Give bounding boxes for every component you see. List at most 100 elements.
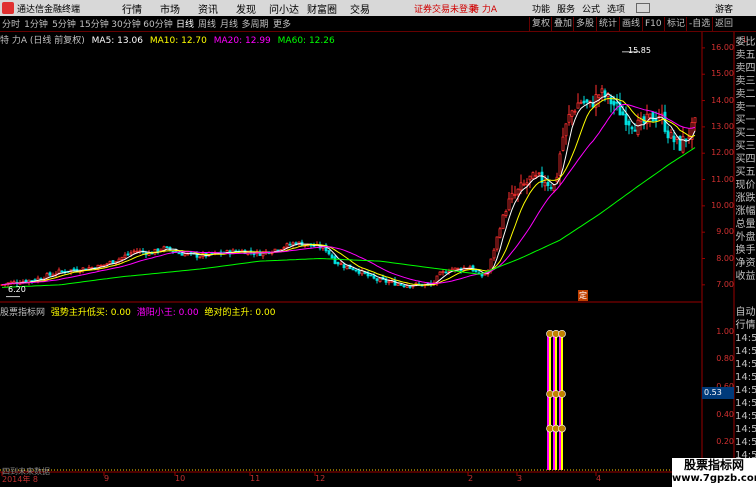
order-book-row: 买五 (735, 167, 756, 178)
order-book-row: 涨幅 (735, 206, 756, 217)
price-tick: 14.00 (711, 95, 734, 105)
ma10-line (1, 97, 696, 286)
candle-body (522, 183, 526, 186)
indicator-bar (559, 331, 561, 470)
order-book-row: 卖三 (735, 76, 756, 87)
price-tick: 13.00 (711, 121, 734, 131)
candle-body (507, 198, 511, 211)
indicator-tick: 0.80 (716, 354, 734, 364)
candle-body (666, 130, 670, 139)
price-tick: 16.00 (711, 42, 734, 52)
candle-body (543, 182, 547, 187)
candle-body (285, 243, 289, 248)
candle-body (648, 113, 652, 119)
candle-body (111, 260, 115, 264)
candle-body (105, 263, 109, 266)
candle-body (483, 273, 487, 276)
order-book-panel[interactable]: 委比 卖五 卖四 卖三 卖二 卖一 买一 买二 买三 买四 买五 现价 涨跌 涨幅 总量 外盘 换手 净资 收益 (735, 36, 756, 283)
indicator-bar (561, 331, 563, 470)
order-book-row: 总量 (735, 219, 756, 230)
candle-body (354, 269, 358, 272)
candle-body (693, 117, 697, 124)
candle-body (570, 110, 574, 117)
candle-body (636, 119, 640, 135)
candle-body (600, 88, 604, 94)
indicator-tick: 0.20 (716, 437, 734, 447)
candle-body (282, 247, 286, 250)
tick-row: 行情 (735, 320, 756, 331)
price-tick: 7.00 (716, 279, 734, 289)
price-tick: 11.00 (711, 174, 734, 184)
watermark-url: www.7gpzb.com (672, 473, 756, 484)
candle-body (441, 270, 445, 273)
candle-body (396, 283, 400, 286)
indicator-tick: 1.00 (716, 326, 734, 336)
candle-body (444, 271, 448, 274)
order-book-row: 卖五 (735, 50, 756, 61)
candle-body (165, 246, 169, 249)
chart-title: 特 力A (日线 前复权) (0, 36, 85, 46)
candle-body (510, 192, 514, 200)
ma60-label: MA60: 12.26 (277, 36, 335, 46)
indicator-value-badge: 0.53 (702, 387, 734, 399)
candle-body (669, 132, 673, 139)
order-book-row: 涨跌 (735, 193, 756, 204)
ma-legend: 特 力A (日线 前复权) MA5: 13.06 MA10: 12.70 MA2… (0, 33, 339, 46)
kline-chart[interactable] (0, 0, 756, 487)
order-book-row: 买三 (735, 141, 756, 152)
candle-body (474, 269, 478, 273)
candle-body (480, 274, 484, 277)
candle-body (252, 253, 256, 255)
low-annotation: 6.20 (8, 285, 26, 294)
candle-body (495, 236, 499, 250)
order-book-row: 委比 (735, 37, 756, 48)
candle-body (87, 267, 91, 270)
indicator-item-hidden: 潜阳小王: 0.00 (136, 308, 199, 318)
candle-body (612, 101, 616, 106)
marker-badge[interactable]: 定 (578, 290, 588, 301)
future-data-label: 四到未来数据 (2, 467, 50, 476)
date-tick: 4 (596, 474, 602, 483)
candle-body (387, 281, 391, 284)
candle-body (621, 111, 625, 116)
candle-body (183, 253, 187, 257)
candle-body (597, 94, 601, 99)
candle-body (57, 269, 61, 274)
order-book-row: 买二 (735, 128, 756, 139)
candle-body (684, 138, 688, 141)
candle-body (48, 272, 52, 276)
candle-body (528, 175, 532, 181)
candle-body (369, 274, 373, 277)
candle-body (498, 228, 502, 238)
candle-body (153, 248, 157, 255)
order-book-row: 卖四 (735, 63, 756, 74)
candle-body (339, 263, 343, 266)
order-book-row: 外盘 (735, 232, 756, 243)
candle-body (126, 253, 130, 256)
date-tick: 3 (517, 474, 523, 483)
tick-panel[interactable]: 自动 行情 14:5 14:5 14:5 14:5 14:5 14:5 14:5 14:5 14:5… (735, 306, 756, 462)
candle-body (525, 182, 529, 186)
candle-body (561, 136, 565, 151)
ma20-line (1, 104, 696, 285)
candle-body (177, 252, 181, 255)
candle-body (102, 264, 106, 267)
indicator-legend: 股票指标网 强势主升低买: 0.00 潜阳小王: 0.00 绝对的主升: 0.0… (0, 305, 278, 318)
order-book-row: 净资 (735, 258, 756, 269)
candle-body (357, 270, 361, 274)
indicator-item-absolute: 绝对的主升: 0.00 (204, 308, 276, 318)
indicator-marker-icon (558, 424, 566, 433)
candle-body (180, 252, 184, 256)
ma5-label: MA5: 13.06 (91, 36, 143, 46)
tick-row: 14:5 (735, 437, 756, 448)
candle-body (345, 265, 349, 270)
candle-body (132, 250, 136, 253)
indicator-marker-icon (558, 390, 566, 398)
high-annotation: 15.85 (628, 46, 651, 55)
date-tick: 9 (104, 474, 110, 483)
candle-body (537, 172, 541, 175)
candle-body (405, 285, 409, 288)
indicator-marker-icon (558, 330, 566, 338)
tick-row: 14:5 (735, 346, 756, 357)
price-tick: 10.00 (711, 200, 734, 210)
